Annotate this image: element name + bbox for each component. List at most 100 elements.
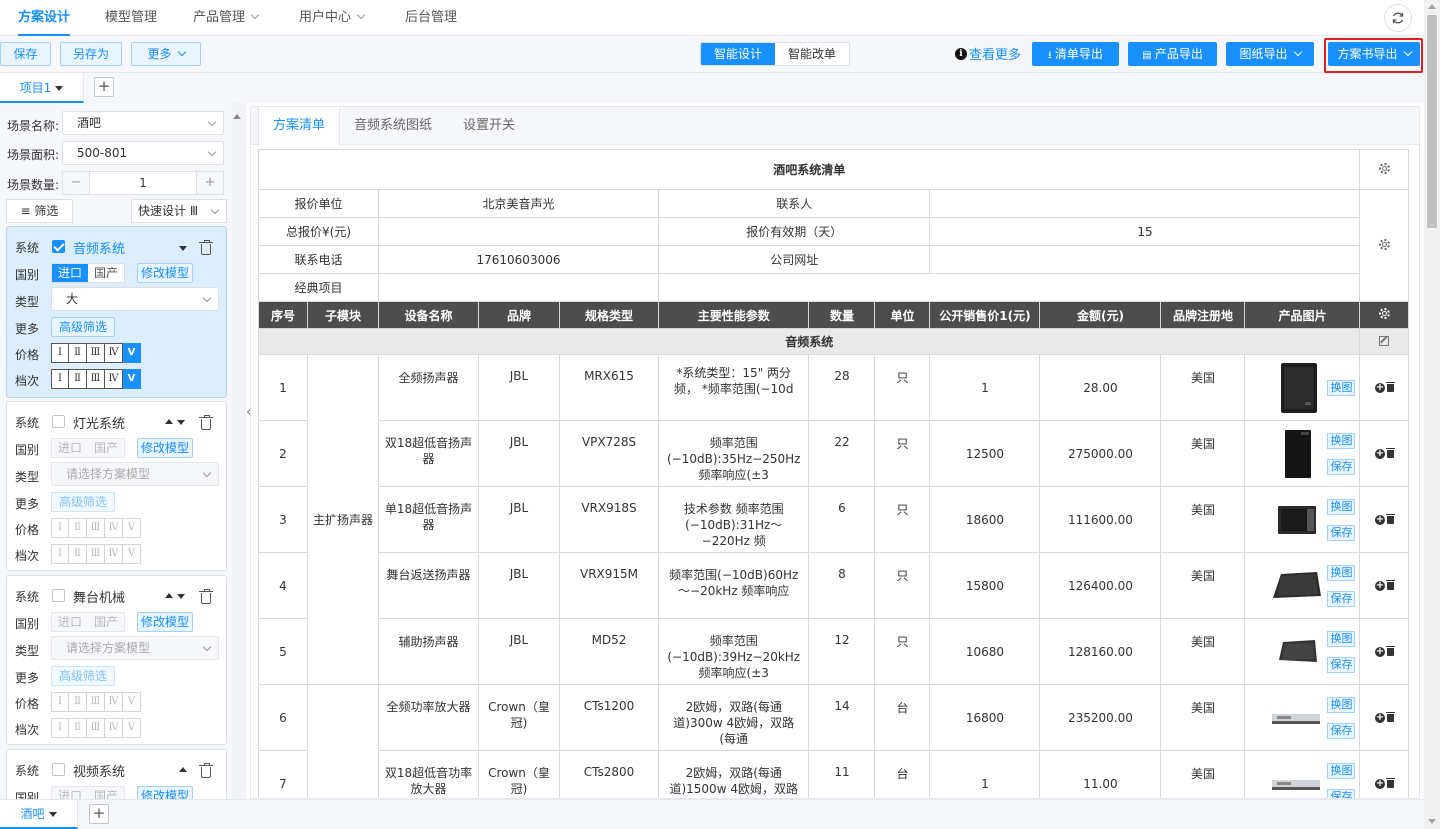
- collapse-arrow-icon[interactable]: [179, 241, 187, 255]
- smart-modify-tab[interactable]: 智能改单: [775, 43, 850, 65]
- level-1[interactable]: Ⅰ: [51, 518, 69, 538]
- trash-icon[interactable]: [199, 763, 213, 778]
- swap-image-button[interactable]: 换图: [1327, 379, 1356, 396]
- tab-settings[interactable]: 设置开关: [451, 107, 527, 145]
- level-1[interactable]: Ⅰ: [51, 544, 69, 564]
- add-circle-icon[interactable]: +: [1374, 647, 1385, 657]
- keep-image-button[interactable]: 保存: [1327, 590, 1356, 607]
- phone-value[interactable]: 17610603006: [378, 245, 659, 274]
- domestic-option[interactable]: 国产: [88, 787, 124, 799]
- level-5[interactable]: Ⅴ: [123, 369, 141, 389]
- trash-icon[interactable]: [1385, 712, 1395, 722]
- level-4[interactable]: Ⅳ: [105, 369, 123, 389]
- level-3[interactable]: Ⅲ: [87, 692, 105, 712]
- swap-image-button[interactable]: 换图: [1327, 564, 1356, 581]
- type-select[interactable]: 大: [51, 287, 219, 311]
- level-4[interactable]: Ⅳ: [105, 518, 123, 538]
- tab-scheme-list[interactable]: 方案清单: [258, 107, 340, 146]
- nav-user-center[interactable]: 用户中心: [299, 0, 366, 36]
- scroll-thumb[interactable]: [1427, 15, 1437, 228]
- quick-design-select[interactable]: 快速设计 Ⅲ: [131, 199, 227, 223]
- level-4[interactable]: Ⅳ: [105, 544, 123, 564]
- domestic-option[interactable]: 国产: [88, 613, 124, 631]
- modify-model-button[interactable]: 修改模型: [137, 786, 193, 799]
- refresh-button[interactable]: [1384, 4, 1412, 32]
- scroll-down-icon[interactable]: [1428, 819, 1436, 824]
- level-3[interactable]: Ⅲ: [87, 518, 105, 538]
- left-scrollbar[interactable]: [233, 114, 241, 794]
- project-tab[interactable]: 项目1: [0, 73, 84, 103]
- price[interactable]: 1: [929, 354, 1041, 421]
- export-product-button[interactable]: ▤ 产品导出: [1128, 42, 1217, 66]
- trash-icon[interactable]: [1385, 448, 1395, 458]
- level-5[interactable]: Ⅴ: [123, 343, 141, 363]
- nav-model-management[interactable]: 模型管理: [105, 0, 157, 36]
- add-circle-icon[interactable]: +: [1374, 449, 1385, 459]
- level-2[interactable]: Ⅱ: [69, 544, 87, 564]
- import-option[interactable]: 进口: [52, 787, 88, 799]
- trash-icon[interactable]: [199, 415, 213, 430]
- level-3[interactable]: Ⅲ: [87, 343, 105, 363]
- filter-button[interactable]: ≡ 筛选: [6, 199, 73, 223]
- add-circle-icon[interactable]: +: [1374, 515, 1385, 525]
- add-scene-button[interactable]: +: [89, 804, 109, 824]
- level-1[interactable]: Ⅰ: [51, 718, 69, 738]
- move-arrows-icon[interactable]: [165, 415, 185, 429]
- advanced-filter-button[interactable]: 高级筛选: [51, 317, 115, 337]
- keep-image-button[interactable]: 保存: [1327, 458, 1356, 475]
- gear-icon[interactable]: [1378, 162, 1390, 174]
- advanced-filter-button[interactable]: 高级筛选: [51, 666, 115, 686]
- nav-backend[interactable]: 后台管理: [405, 0, 457, 36]
- domestic-option[interactable]: 国产: [88, 439, 124, 457]
- import-option[interactable]: 进口: [52, 264, 88, 282]
- price[interactable]: 1: [929, 750, 1041, 798]
- scene-name-select[interactable]: 酒吧: [62, 111, 224, 135]
- increment-button[interactable]: +: [197, 172, 223, 194]
- nav-scheme-design[interactable]: 方案设计: [18, 0, 71, 36]
- advanced-filter-button[interactable]: 高级筛选: [51, 492, 115, 512]
- swap-image-button[interactable]: 换图: [1327, 630, 1356, 647]
- move-arrows-icon[interactable]: [165, 589, 185, 603]
- system-checkbox[interactable]: [52, 763, 65, 776]
- level-2[interactable]: Ⅱ: [69, 369, 87, 389]
- modify-model-button[interactable]: 修改模型: [137, 263, 193, 283]
- trash-icon[interactable]: [1385, 778, 1395, 788]
- level-1[interactable]: Ⅰ: [51, 343, 69, 363]
- modify-model-button[interactable]: 修改模型: [137, 438, 193, 458]
- quote-unit-value[interactable]: 北京美音声光: [378, 189, 659, 218]
- price[interactable]: 15800: [929, 552, 1041, 619]
- level-2[interactable]: Ⅱ: [69, 343, 87, 363]
- system-checkbox[interactable]: [52, 589, 65, 602]
- keep-image-button[interactable]: 保存: [1327, 524, 1356, 541]
- swap-image-button[interactable]: 换图: [1327, 498, 1356, 515]
- trash-icon[interactable]: [199, 240, 213, 255]
- price[interactable]: 18600: [929, 486, 1041, 553]
- import-option[interactable]: 进口: [52, 613, 88, 631]
- keep-image-button[interactable]: 保存: [1327, 656, 1356, 673]
- type-select[interactable]: 请选择方案模型: [51, 462, 219, 486]
- scroll-up-icon[interactable]: [1428, 4, 1436, 9]
- level-5[interactable]: Ⅴ: [123, 518, 141, 538]
- swap-image-button[interactable]: 换图: [1327, 432, 1356, 449]
- level-2[interactable]: Ⅱ: [69, 518, 87, 538]
- edit-icon[interactable]: [1379, 335, 1390, 346]
- add-circle-icon[interactable]: +: [1374, 713, 1385, 723]
- level-3[interactable]: Ⅲ: [87, 544, 105, 564]
- level-3[interactable]: Ⅲ: [87, 718, 105, 738]
- nav-product-management[interactable]: 产品管理: [193, 0, 260, 36]
- level-4[interactable]: Ⅳ: [105, 692, 123, 712]
- level-4[interactable]: Ⅳ: [105, 343, 123, 363]
- trash-icon[interactable]: [199, 589, 213, 604]
- trash-icon[interactable]: [1385, 514, 1395, 524]
- trash-icon[interactable]: [1385, 580, 1395, 590]
- domestic-option[interactable]: 国产: [88, 264, 124, 282]
- level-1[interactable]: Ⅰ: [51, 369, 69, 389]
- swap-image-button[interactable]: 换图: [1327, 762, 1356, 779]
- scene-tab[interactable]: 酒吧: [0, 800, 78, 829]
- level-5[interactable]: Ⅴ: [123, 544, 141, 564]
- system-checkbox[interactable]: [52, 415, 65, 428]
- smart-design-tab[interactable]: 智能设计: [701, 43, 776, 65]
- tab-audio-drawing[interactable]: 音频系统图纸: [343, 107, 443, 145]
- level-5[interactable]: Ⅴ: [123, 718, 141, 738]
- level-3[interactable]: Ⅲ: [87, 369, 105, 389]
